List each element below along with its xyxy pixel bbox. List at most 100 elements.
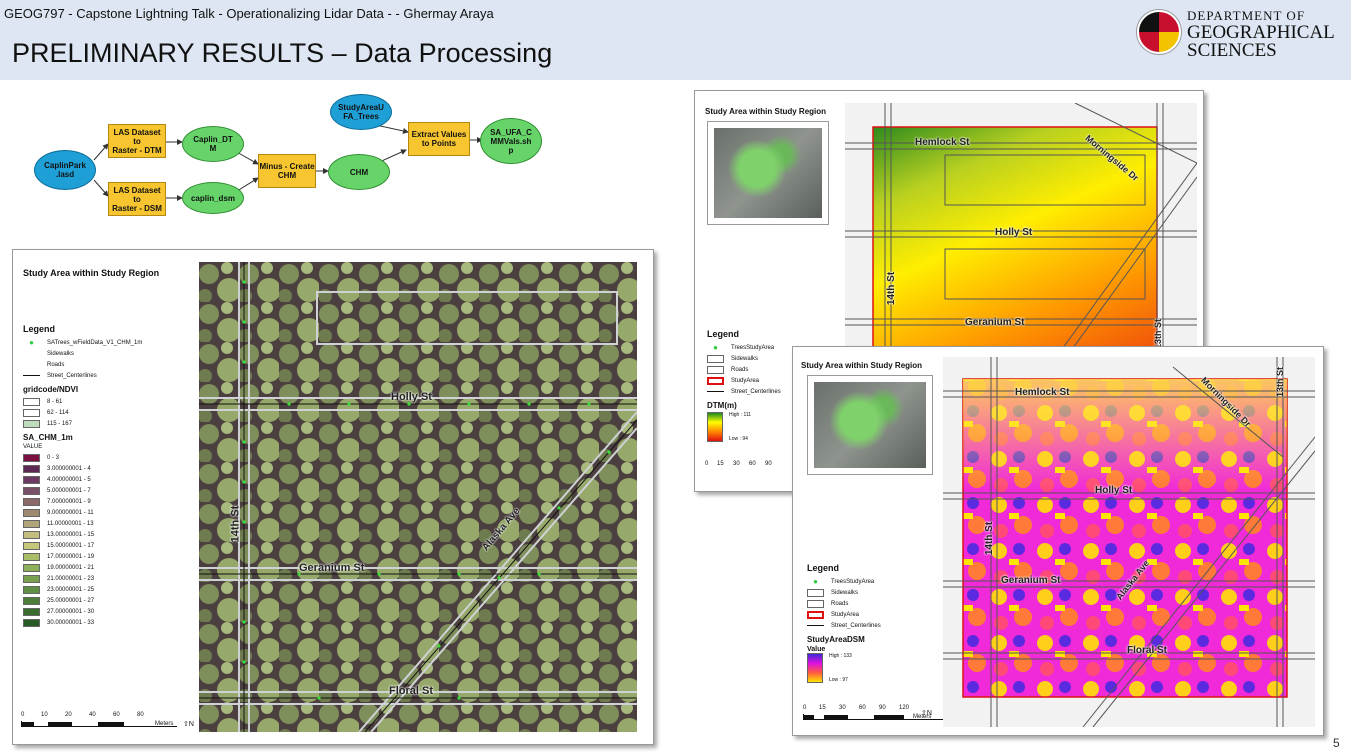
chm-map-title: Study Area within Study Region: [23, 268, 160, 278]
class-label: 19.00000001 - 21: [47, 564, 95, 571]
class-swatch: [23, 497, 40, 506]
legend-row-trees: ● TreesStudyArea: [807, 576, 917, 587]
legend-row-centerlines: Street_Centerlines: [807, 620, 917, 631]
scale-label: 60: [859, 705, 866, 711]
class-swatch: [23, 453, 40, 462]
dsm-high: High : 133: [829, 653, 852, 659]
dsm-color-ramp: [807, 653, 823, 683]
scale-label: 80: [137, 712, 144, 718]
tool-extract-values-label: Extract Values to Points: [411, 130, 467, 148]
tree-point-icon: ●: [813, 577, 818, 586]
class-swatch: [23, 486, 40, 495]
class-swatch: [23, 530, 40, 539]
chm-legend: Legend ● SATrees_wFieldData_V1_CHM_1m ● Si…: [23, 322, 198, 628]
class-label: 30.00000001 - 33: [47, 619, 95, 626]
legend-row-trees: ● SATrees_wFieldData_V1_CHM_1m: [23, 337, 198, 348]
class-label: 27.00000001 - 30: [47, 608, 95, 615]
legend-class-row: 8 - 61: [23, 396, 198, 407]
north-arrow-icon: ⇧N: [183, 721, 194, 728]
class-swatch: [23, 475, 40, 484]
class-label: 25.00000001 - 27: [47, 597, 95, 604]
line-symbol-icon: [807, 625, 824, 626]
legend-class-row: 4.000000001 - 5: [23, 474, 198, 485]
legend-label: Sidewalks: [831, 589, 859, 596]
input-lasd-label: CaplinPark .lasd: [44, 161, 86, 179]
dtm-inset-map: [707, 121, 829, 225]
inset-imagery: [814, 382, 926, 468]
class-swatch: [23, 541, 40, 550]
legend-class-row: 19.00000001 - 21: [23, 562, 198, 573]
dtm-low: Low : 94: [729, 436, 748, 442]
class-swatch: [23, 464, 40, 473]
scale-label: 120: [899, 705, 910, 711]
class-label: 0 - 3: [47, 454, 60, 461]
dsm-map-graphic: [943, 357, 1315, 727]
street-label-13th: 13th St: [1153, 318, 1164, 350]
street-label-hemlock: Hemlock St: [1015, 387, 1070, 398]
class-label: 23.00000001 - 25: [47, 586, 95, 593]
scale-label: 15: [717, 461, 724, 467]
street-label-14th: 14th St: [984, 521, 996, 556]
legend-label: TreesStudyArea: [831, 578, 875, 585]
output-chm-node: CHM: [328, 154, 390, 190]
class-swatch: [23, 563, 40, 572]
street-label-geranium: Geranium St: [299, 562, 365, 574]
class-swatch: [23, 408, 40, 417]
scale-label: 0: [705, 461, 709, 467]
class-label: 11.00000001 - 13: [47, 520, 94, 527]
scale-seg: [22, 722, 34, 726]
class-swatch: [23, 585, 40, 594]
north-label: N: [188, 721, 194, 728]
dsm-inset-map: [807, 375, 933, 475]
input-lasd-node: CaplinPark .lasd: [34, 150, 96, 190]
chm-class-list: 0 - 3 3.000000001 - 4 4.000000001 - 5 5.000…: [23, 452, 198, 628]
swatch: [707, 365, 724, 374]
street-label-hemlock: Hemlock St: [915, 137, 970, 148]
tool-las-to-dsm-node: LAS Dataset to Raster - DSM: [108, 182, 166, 216]
class-label: 8 - 61: [47, 398, 63, 405]
class-swatch: [23, 607, 40, 616]
legend-class-row: 115 - 167: [23, 418, 198, 429]
legend-row-centerlines: Street_Centerlines: [707, 386, 797, 397]
class-label: 9.000000001 - 11: [47, 509, 94, 516]
input-trees-label: StudyAreaU FA_Trees: [338, 103, 384, 121]
class-swatch: [23, 574, 40, 583]
scale-ticks: [21, 721, 177, 727]
chm-map-graphic: [199, 262, 637, 732]
street-label-geranium: Geranium St: [965, 317, 1025, 328]
scale-label: 30: [733, 461, 740, 467]
street-label-13th: 13th St: [1275, 366, 1286, 398]
dtm-high: High : 111: [729, 412, 752, 418]
scale-label: 90: [765, 461, 772, 467]
legend-row-sidewalks: ● Sidewalks: [23, 348, 198, 359]
dtm-map-title: Study Area within Study Region: [705, 107, 827, 116]
legend-row-roads: ● Roads: [23, 359, 198, 370]
input-trees-node: StudyAreaU FA_Trees: [330, 94, 392, 130]
chm-map-frame: Holly St 14th St Geranium St Alaska Ave …: [199, 262, 637, 732]
tool-las-to-dtm-node: LAS Dataset to Raster - DTM: [108, 124, 166, 158]
scale-seg: [874, 715, 904, 719]
legend-row-trees: ● TreesStudyArea: [707, 342, 797, 353]
scale-label: 20: [65, 712, 72, 718]
line-symbol-icon: [23, 375, 40, 376]
legend-label: Street_Centerlines: [47, 372, 97, 379]
tool-las-to-dsm-label: LAS Dataset to Raster - DSM: [112, 185, 162, 213]
class-label: 4.000000001 - 5: [47, 476, 91, 483]
dtm-ramp-labels: High : 111 Low : 94: [729, 412, 751, 442]
north-label: N: [926, 710, 932, 717]
legend-row-studyarea: StudyArea: [807, 609, 917, 620]
legend-class-row: 27.00000001 - 30: [23, 606, 198, 617]
street-label-holly: Holly St: [391, 391, 432, 403]
dtm-legend: Legend ● TreesStudyArea Sidewalks Roads S…: [707, 327, 797, 446]
chm-legend-title: Legend: [23, 324, 56, 334]
dtm-scalebar: 0 15 30 60 90: [705, 461, 795, 469]
north-arrow-icon: ⇧N: [921, 710, 932, 717]
street-label-14th: 14th St: [229, 505, 242, 543]
legend-class-row: 30.00000001 - 33: [23, 617, 198, 628]
legend-label: Sidewalks: [47, 350, 75, 357]
class-swatch: [23, 519, 40, 528]
ndvi-class-list: 8 - 61 62 - 114 115 - 167: [23, 396, 198, 429]
dtm-ramp: High : 111 Low : 94: [707, 412, 797, 446]
class-label: 3.000000001 - 4: [47, 465, 91, 472]
legend-row-centerlines: Street_Centerlines: [23, 370, 198, 381]
